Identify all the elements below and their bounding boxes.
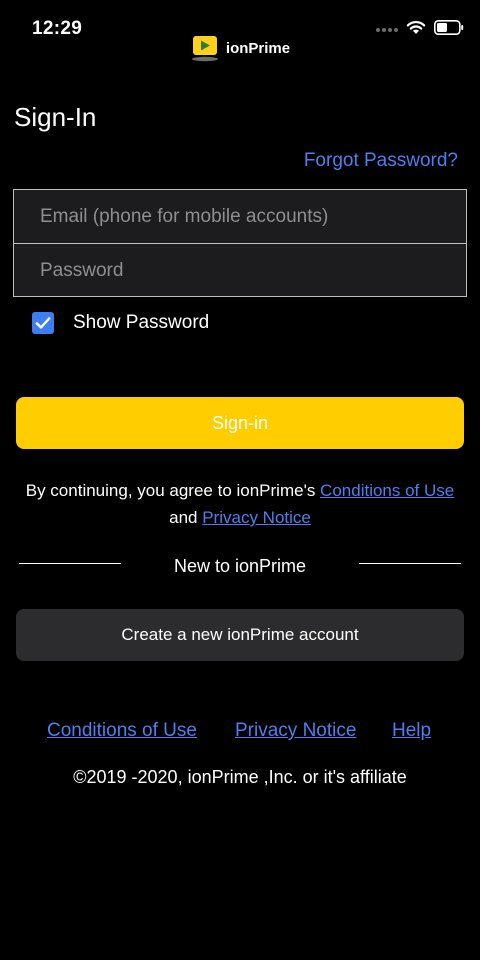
- privacy-notice-link[interactable]: Privacy Notice: [202, 508, 311, 527]
- password-field[interactable]: [14, 244, 466, 297]
- sign-in-button[interactable]: Sign-in: [16, 397, 464, 449]
- email-field[interactable]: [14, 190, 466, 243]
- show-password-toggle[interactable]: Show Password: [32, 312, 209, 334]
- brand-name: ionPrime: [225, 39, 291, 57]
- brand-header: ionPrime: [0, 34, 480, 62]
- credentials-field-group: [13, 189, 467, 297]
- divider-line-right: [359, 563, 461, 564]
- create-account-button[interactable]: Create a new ionPrime account: [16, 609, 464, 661]
- copyright-text: ©2019 -2020, ionPrime ,Inc. or it's affi…: [73, 767, 407, 787]
- legal-prefix: By continuing, you agree to ionPrime's: [25, 481, 321, 500]
- signal-dots-icon: [376, 28, 398, 32]
- legal-and: and: [169, 508, 203, 527]
- play-tv-logo-icon: [190, 34, 220, 62]
- legal-notice: By continuing, you agree to ionPrime's C…: [20, 477, 460, 531]
- new-account-divider: New to ionPrime: [19, 556, 461, 578]
- show-password-label: Show Password: [73, 312, 210, 333]
- page-title: Sign-In: [14, 102, 97, 132]
- footer-help-link[interactable]: Help: [392, 720, 431, 742]
- conditions-of-use-link[interactable]: Conditions of Use: [320, 481, 454, 500]
- new-to-label: New to ionPrime: [173, 556, 307, 576]
- footer-conditions-link[interactable]: Conditions of Use: [47, 720, 197, 742]
- show-password-checkbox[interactable]: [32, 312, 54, 334]
- checkmark-icon: [35, 317, 51, 329]
- footer-links: Conditions of Use Privacy Notice Help: [0, 720, 480, 744]
- forgot-password-link[interactable]: Forgot Password?: [304, 150, 458, 172]
- footer-privacy-link[interactable]: Privacy Notice: [235, 720, 356, 742]
